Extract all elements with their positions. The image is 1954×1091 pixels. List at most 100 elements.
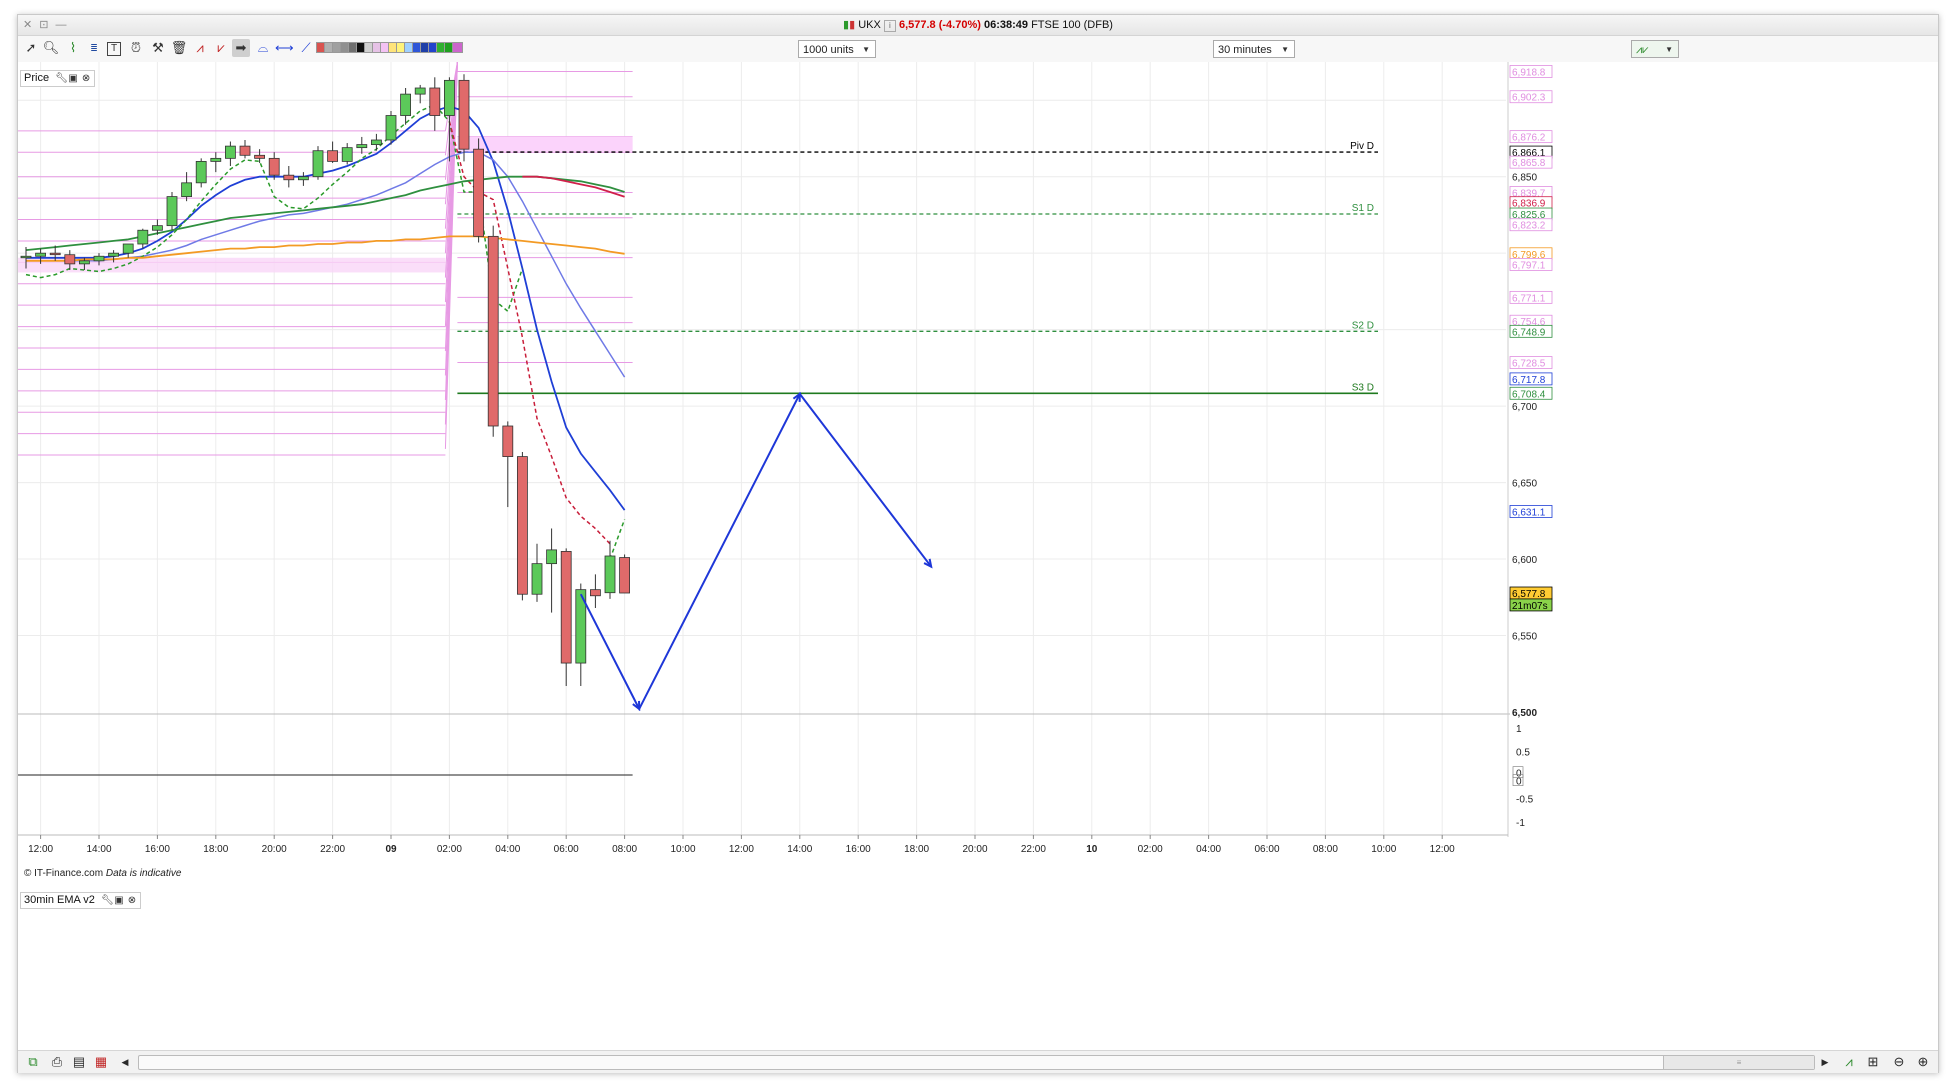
- shape-icon[interactable]: ⌓: [254, 39, 272, 57]
- scroll-right-icon[interactable]: ▶: [1816, 1053, 1834, 1071]
- candle-body: [210, 157, 222, 162]
- units-select[interactable]: 1000 units ▼: [798, 40, 876, 58]
- tools-icon[interactable]: ⚒︎: [149, 39, 167, 57]
- symbol-label: UKX: [858, 19, 881, 31]
- x-tick-label: 12:00: [729, 844, 754, 855]
- title-bar: ✕ ⊡ — ▮▮ UKX i 6,577.8 (-4.70%) 06:38:49…: [18, 15, 1938, 36]
- data-source-footer: © IT-Finance.com Data is indicative: [24, 868, 181, 879]
- window-icon[interactable]: ▣: [68, 74, 78, 84]
- indicator-icon[interactable]: ⌇: [64, 39, 82, 57]
- chevron-down-icon: ▼: [1281, 45, 1289, 54]
- save-icon[interactable]: ⎙: [48, 1053, 66, 1071]
- horizontal-line-icon[interactable]: ⟷: [275, 39, 294, 57]
- price-label: 6,771.1: [1512, 293, 1546, 304]
- chart-type-select[interactable]: ⩘⩗ ▼: [1631, 40, 1679, 58]
- text-icon[interactable]: T: [107, 42, 121, 56]
- x-tick-label: 14:00: [787, 844, 812, 855]
- wrench-icon[interactable]: 🔧︎: [101, 896, 114, 906]
- time-scrollbar[interactable]: ≡: [138, 1055, 1815, 1070]
- data-disclaimer: Data is indicative: [105, 868, 182, 879]
- price-panel-label: Price: [24, 72, 50, 84]
- line-icon[interactable]: ⟋: [297, 39, 315, 57]
- wrench-icon[interactable]: 🔧︎: [55, 74, 68, 84]
- candle-body: [619, 557, 630, 594]
- arrow-icon[interactable]: ➡︎: [232, 39, 250, 57]
- pivot-label: S2 D: [1352, 320, 1374, 331]
- bottom-toolbar: ⧉ ⎙ ▤ ▦ ◀ ≡ ▶ ⩘ ⊞ ⊖ ⊕: [18, 1050, 1938, 1073]
- candle-body: [385, 115, 397, 141]
- candle-body: [93, 255, 105, 262]
- indicator-tick-label: 1: [1516, 724, 1522, 735]
- chart-export-icon[interactable]: ⧉: [24, 1053, 42, 1071]
- indicator-panel-tag: 30min EMA v2 🔧︎▣ ⊗: [20, 892, 141, 909]
- price-label: 6,823.2: [1512, 221, 1546, 232]
- chart-window: ✕ ⊡ — ▮▮ UKX i 6,577.8 (-4.70%) 06:38:49…: [17, 14, 1939, 1073]
- candle-body: [516, 456, 528, 595]
- candle-body: [79, 260, 90, 265]
- chevron-down-icon: ▼: [862, 45, 870, 54]
- info-icon[interactable]: i: [883, 20, 896, 32]
- scroll-left-icon[interactable]: ◀: [116, 1053, 134, 1071]
- chevron-down-icon: ▼: [1665, 45, 1673, 54]
- x-tick-label: 10:00: [670, 844, 695, 855]
- zoom-in-icon[interactable]: ⊕: [1914, 1053, 1932, 1071]
- candle-body: [64, 254, 76, 265]
- x-tick-label: 22:00: [1021, 844, 1046, 855]
- x-tick-label: 10: [1086, 844, 1098, 855]
- x-tick-label: 20:00: [962, 844, 987, 855]
- delete-icon[interactable]: 🗑︎: [170, 39, 188, 57]
- candle-body: [341, 147, 353, 162]
- template-icon[interactable]: ▤: [70, 1053, 88, 1071]
- candle-body: [560, 551, 572, 664]
- price-label: 6,577.8: [1512, 589, 1546, 600]
- chart-type-icon: ⩘⩗: [1636, 44, 1649, 56]
- price-label: 6,797.1: [1512, 260, 1546, 271]
- candle-body: [487, 235, 499, 427]
- candle-body: [137, 229, 149, 245]
- close-icon[interactable]: ⊗: [127, 896, 137, 906]
- candle-body: [20, 255, 32, 259]
- chart-canvas[interactable]: Piv D S1 D S2 D S3 D 6,850 6,700 6,650 6,600 6,5…: [18, 62, 1938, 1050]
- price-label: 6,902.3: [1512, 93, 1546, 104]
- price-label: 6,876.2: [1512, 133, 1546, 144]
- x-tick-label: 16:00: [846, 844, 871, 855]
- alert-icon[interactable]: ⏰︎: [127, 39, 145, 57]
- color-swatch[interactable]: [452, 42, 463, 53]
- window-icon[interactable]: ▣: [114, 896, 124, 906]
- pivot-label: S1 D: [1352, 203, 1374, 214]
- candle-body: [473, 148, 485, 237]
- scrollbar-thumb[interactable]: ≡: [1663, 1056, 1814, 1069]
- candle-body: [312, 150, 324, 178]
- candle-body: [356, 144, 368, 149]
- chart-toolbar: ➚ 🔍︎ ⌇ ≣ T ⏰︎ ⚒︎ 🗑︎ ⩘ ⩗ ➡︎ ⌓ ⟷ ⟋ 1000 un…: [18, 36, 1938, 63]
- x-tick-label: 22:00: [320, 844, 345, 855]
- y-tick-label: 6,650: [1512, 479, 1537, 490]
- zoom-fit-icon[interactable]: ⊞: [1864, 1053, 1882, 1071]
- fibonacci-icon[interactable]: ⩗: [212, 39, 230, 57]
- price-label: 6,631.1: [1512, 507, 1546, 518]
- candle-body: [224, 145, 236, 159]
- candle-body: [35, 252, 47, 257]
- pointer-icon[interactable]: ➚: [22, 39, 40, 57]
- pivot-icon[interactable]: ≣: [85, 39, 103, 57]
- layout-icon[interactable]: ▦: [92, 1053, 110, 1071]
- price-label: 6,717.8: [1512, 375, 1546, 386]
- candle-body: [166, 196, 178, 227]
- candle-body: [254, 154, 266, 159]
- x-tick-label: 04:00: [495, 844, 520, 855]
- x-tick-label: 18:00: [203, 844, 228, 855]
- candle-body: [283, 174, 295, 181]
- zoom-icon[interactable]: 🔍︎: [42, 39, 60, 57]
- zoom-out-icon[interactable]: ⊖: [1890, 1053, 1908, 1071]
- price-label: 6,748.9: [1512, 327, 1546, 338]
- x-tick-label: 12:00: [1430, 844, 1455, 855]
- x-tick-label: 08:00: [1313, 844, 1338, 855]
- candle-body: [414, 87, 426, 95]
- trendline-icon[interactable]: ⩘: [191, 39, 209, 57]
- autoscale-icon[interactable]: ⩘: [1840, 1053, 1858, 1071]
- candle-body: [590, 589, 601, 597]
- interval-select[interactable]: 30 minutes ▼: [1213, 40, 1295, 58]
- x-tick-label: 12:00: [28, 844, 53, 855]
- close-icon[interactable]: ⊗: [81, 74, 91, 84]
- candle-body: [531, 563, 543, 595]
